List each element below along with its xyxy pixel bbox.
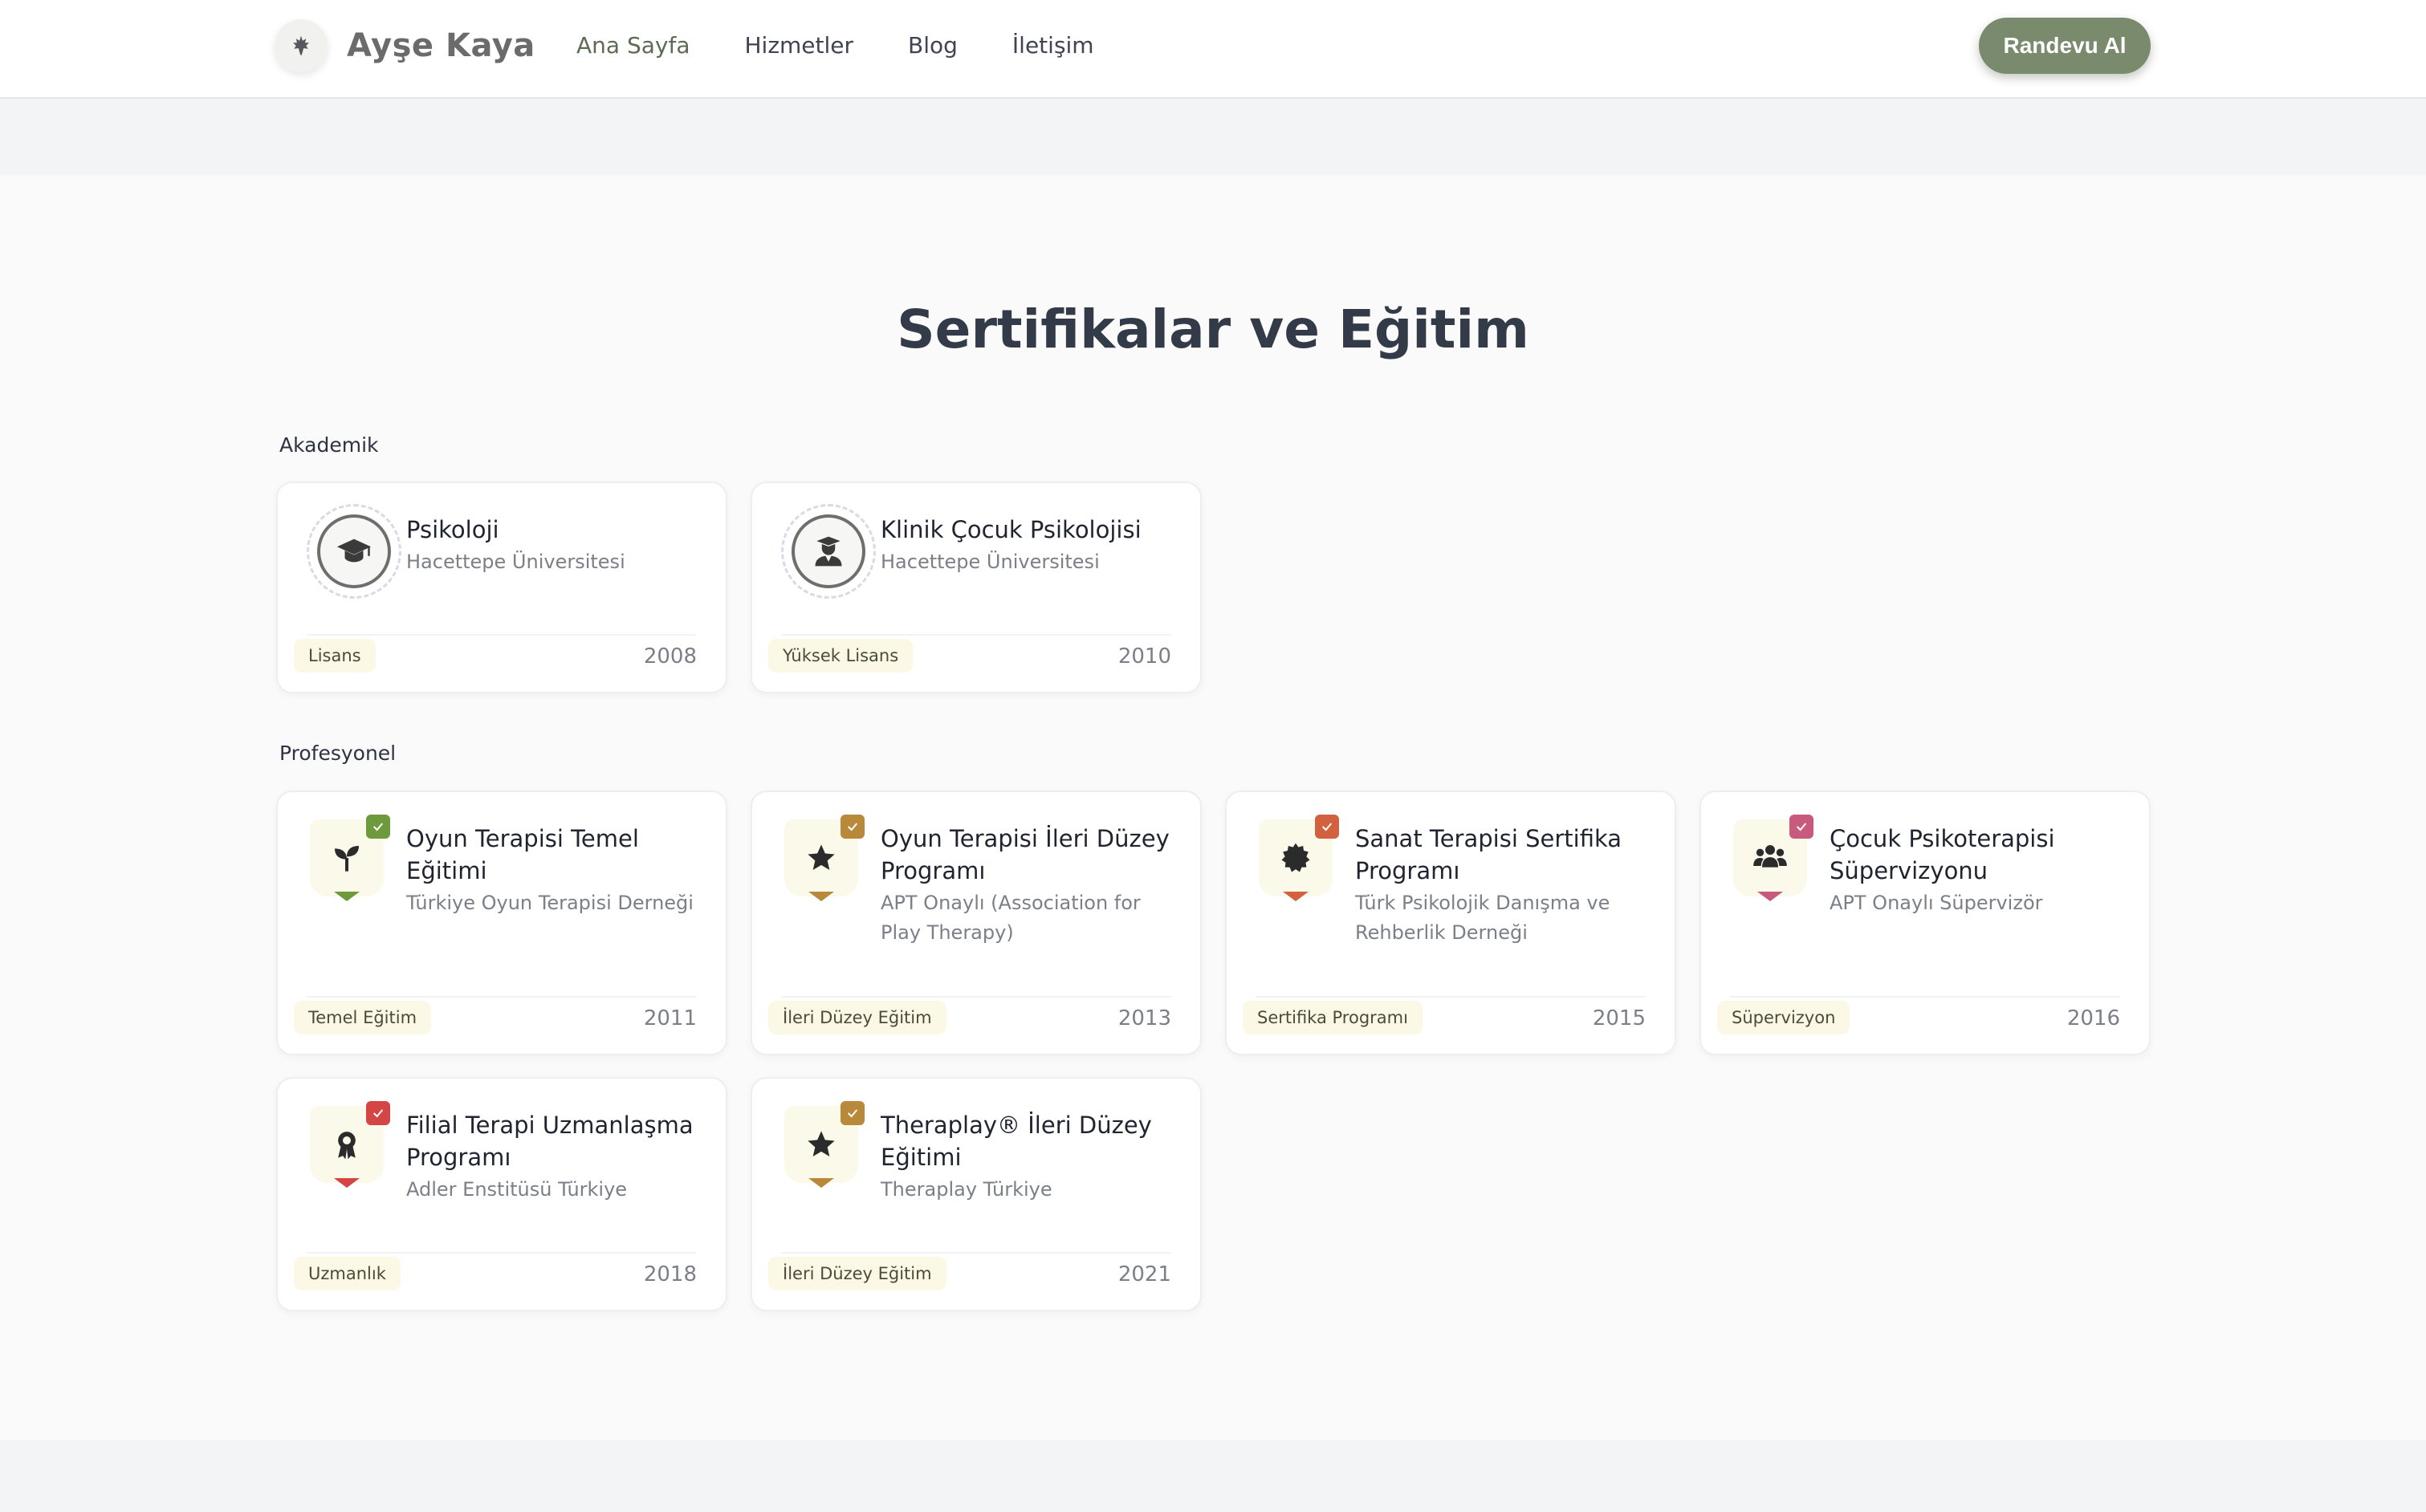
card-year: 2021 [1117, 1262, 1171, 1286]
card-tag: Uzmanlık [294, 1257, 401, 1290]
certificates-section: Sertifikalar ve Eğitim Akademik Psikoloj… [0, 175, 2426, 1440]
academic-card[interactable]: Klinik Çocuk Psikolojisi Hacettepe Ünive… [751, 482, 1202, 693]
nav-item-home[interactable]: Ana Sayfa [576, 27, 690, 64]
card-institution: Theraplay Türkiye [881, 1178, 1052, 1201]
brand-name: Ayşe Kaya [347, 27, 535, 64]
card-year: 2011 [643, 1006, 697, 1030]
check-icon [841, 1101, 865, 1125]
section-title: Sertifikalar ve Eğitim [897, 299, 1529, 360]
main-nav: Ana Sayfa Hizmetler Blog İletişim [576, 27, 1149, 64]
card-title: Filial Terapi Uzmanlaşma Programı [406, 1112, 694, 1171]
appointment-button[interactable]: Randevu Al [1979, 18, 2151, 74]
professional-card[interactable]: Çocuk Psikoterapisi Süpervizyonu APT Ona… [1699, 791, 2151, 1055]
card-institution: Türkiye Oyun Terapisi Derneği [406, 892, 694, 914]
award-icon [310, 1101, 390, 1196]
star-icon [784, 815, 865, 909]
card-title: Klinik Çocuk Psikolojisi [881, 516, 1142, 543]
card-tag: İleri Düzey Eğitim [768, 1001, 946, 1034]
card-title: Theraplay® İleri Düzey Eğitimi [881, 1112, 1152, 1171]
top-navigation-bar: Ayşe Kaya Ana Sayfa Hizmetler Blog İleti… [0, 0, 2426, 99]
card-institution: Hacettepe Üniversitesi [881, 551, 1100, 573]
users-icon [1733, 815, 1813, 909]
academic-card[interactable]: Psikoloji Hacettepe Üniversitesi Lisans … [276, 482, 727, 693]
seal-icon [1259, 815, 1339, 909]
card-title: Oyun Terapisi Temel Eğitimi [406, 825, 639, 884]
card-tag: Sertifika Programı [1243, 1001, 1423, 1034]
card-year: 2015 [1592, 1006, 1646, 1030]
professional-card[interactable]: Sanat Terapisi Sertifika Programı Türk P… [1225, 791, 1676, 1055]
card-year: 2010 [1117, 644, 1171, 669]
card-tag: İleri Düzey Eğitim [768, 1257, 946, 1290]
professional-label: Profesyonel [279, 742, 397, 765]
check-icon [366, 815, 390, 839]
card-institution: Hacettepe Üniversitesi [406, 551, 625, 573]
card-tag: Yüksek Lisans [768, 639, 914, 673]
check-icon [366, 1101, 390, 1125]
card-title: Oyun Terapisi İleri Düzey Programı [881, 825, 1170, 884]
professional-card[interactable]: Theraplay® İleri Düzey Eğitimi Theraplay… [751, 1077, 1202, 1311]
card-year: 2016 [2066, 1006, 2120, 1030]
card-title: Çocuk Psikoterapisi Süpervizyonu [1830, 825, 2055, 884]
card-institution: Adler Enstitüsü Türkiye [406, 1178, 628, 1201]
professional-card[interactable]: Oyun Terapisi Temel Eğitimi Türkiye Oyun… [276, 791, 727, 1055]
nav-item-contact[interactable]: İletişim [1012, 27, 1094, 64]
graduate-user-icon [781, 504, 876, 599]
seedling-icon [310, 815, 390, 909]
brand[interactable]: Ayşe Kaya [275, 19, 535, 72]
card-title: Sanat Terapisi Sertifika Programı [1355, 825, 1622, 884]
nav-item-blog[interactable]: Blog [908, 27, 958, 64]
nav-item-services[interactable]: Hizmetler [744, 27, 853, 64]
card-tag: Süpervizyon [1717, 1001, 1850, 1034]
card-year: 2018 [643, 1262, 697, 1286]
card-year: 2013 [1117, 1006, 1171, 1030]
card-tag: Temel Eğitim [294, 1001, 432, 1034]
graduation-cap-icon [307, 504, 401, 599]
professional-card[interactable]: Oyun Terapisi İleri Düzey Programı APT O… [751, 791, 1202, 1055]
star-icon [784, 1101, 865, 1196]
professional-card[interactable]: Filial Terapi Uzmanlaşma Programı Adler … [276, 1077, 727, 1311]
card-institution: Türk Psikolojik Danışma ve Rehberlik Der… [1355, 892, 1610, 944]
card-institution: APT Onaylı Süpervizör [1830, 892, 2043, 914]
leaf-icon [275, 19, 328, 72]
academic-label: Akademik [279, 433, 379, 457]
card-year: 2008 [643, 644, 697, 669]
check-icon [841, 815, 865, 839]
card-title: Psikoloji [406, 516, 499, 543]
check-icon [1789, 815, 1813, 839]
card-institution: APT Onaylı (Association for Play Therapy… [881, 892, 1141, 944]
check-icon [1315, 815, 1339, 839]
card-tag: Lisans [294, 639, 376, 673]
